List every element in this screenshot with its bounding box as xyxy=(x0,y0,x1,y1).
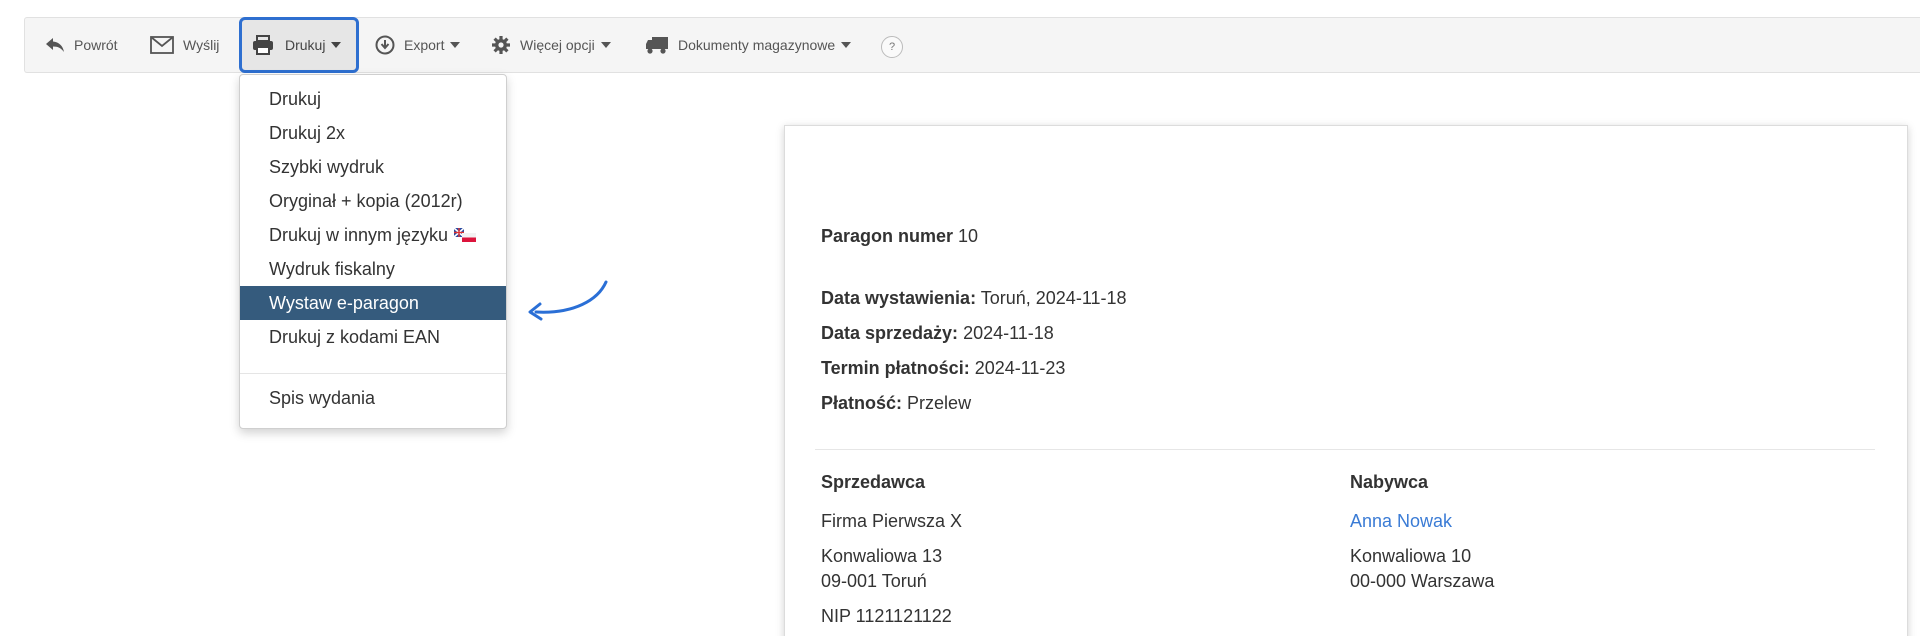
print-label: Drukuj xyxy=(285,37,326,53)
print-button[interactable]: Drukuj xyxy=(239,17,359,73)
send-label: Wyślij xyxy=(183,37,220,53)
envelope-icon xyxy=(150,36,174,54)
sale-date-value: 2024-11-18 xyxy=(963,323,1054,343)
seller-name: Firma Pierwsza X xyxy=(821,511,963,531)
chevron-down-icon xyxy=(331,42,342,48)
menu-item-print-2x[interactable]: Drukuj 2x xyxy=(240,116,506,150)
curved-arrow-icon xyxy=(528,280,608,321)
send-button[interactable]: Wyślij xyxy=(150,18,219,72)
menu-item-print-other-language[interactable]: Drukuj w innym języku xyxy=(240,218,506,252)
more-options-label: Więcej opcji xyxy=(520,37,595,53)
buyer-heading: Nabywca xyxy=(1350,472,1429,492)
printer-icon xyxy=(253,35,273,55)
section-divider xyxy=(815,449,1875,450)
warehouse-documents-label: Dokumenty magazynowe xyxy=(678,37,836,53)
export-button[interactable]: Export xyxy=(375,18,461,72)
issue-date-row: Data wystawienia: Toruń, 2024-11-18 xyxy=(821,288,1127,309)
back-label: Powrót xyxy=(74,37,118,53)
menu-item-print-ean-codes[interactable]: Drukuj z kodami EAN xyxy=(240,320,506,354)
download-circle-icon xyxy=(375,35,395,55)
menu-item-issue-list[interactable]: Spis wydania xyxy=(240,381,506,415)
receipt-title: Paragon numer 10 xyxy=(821,226,978,247)
warehouse-documents-button[interactable]: Dokumenty magazynowe xyxy=(645,18,852,72)
seller-city: 09-001 Toruń xyxy=(821,571,927,591)
seller-heading: Sprzedawca xyxy=(821,472,926,492)
menu-item-print[interactable]: Drukuj xyxy=(240,82,506,116)
seller-street: Konwaliowa 13 xyxy=(821,546,943,566)
buyer-city: 00-000 Warszawa xyxy=(1350,571,1495,591)
back-button[interactable]: Powrót xyxy=(45,18,118,72)
issue-date-label: Data wystawienia: xyxy=(821,288,977,308)
payment-label: Płatność: xyxy=(821,393,903,413)
export-label: Export xyxy=(404,37,445,53)
sale-date-row: Data sprzedaży: 2024-11-18 xyxy=(821,323,1054,344)
due-date-label: Termin płatności: xyxy=(821,358,970,378)
due-date-value: 2024-11-23 xyxy=(974,358,1066,378)
flags-icon xyxy=(454,228,477,242)
print-dropdown-menu: Drukuj Drukuj 2x Szybki wydruk Oryginał … xyxy=(239,74,507,429)
chevron-down-icon xyxy=(841,42,852,48)
chevron-down-icon xyxy=(600,42,611,48)
buyer-street: Konwaliowa 10 xyxy=(1350,546,1472,566)
issue-date-value: Toruń, 2024-11-18 xyxy=(980,288,1127,308)
menu-item-issue-e-receipt[interactable]: Wystaw e-paragon xyxy=(240,286,506,320)
seller-nip: NIP 1121121122 xyxy=(821,606,952,626)
payment-row: Płatność: Przelew xyxy=(821,393,971,414)
chevron-down-icon xyxy=(450,42,461,48)
menu-item-quick-print[interactable]: Szybki wydruk xyxy=(240,150,506,184)
due-date-row: Termin płatności: 2024-11-23 xyxy=(821,358,1065,379)
receipt-title-label: Paragon numer xyxy=(821,226,954,246)
buyer-name-link[interactable]: Anna Nowak xyxy=(1350,511,1452,532)
menu-item-label: Drukuj w innym języku xyxy=(269,224,449,245)
sale-date-label: Data sprzedaży: xyxy=(821,323,959,343)
menu-divider xyxy=(240,373,506,374)
more-options-button[interactable]: Więcej opcji xyxy=(491,18,611,72)
gear-icon xyxy=(492,36,510,54)
reply-arrow-icon xyxy=(46,38,64,52)
payment-value: Przelew xyxy=(907,393,972,413)
help-icon[interactable]: ? xyxy=(881,36,903,58)
receipt-document-preview: Paragon numer 10 Data wystawienia: Toruń… xyxy=(784,125,1908,636)
menu-item-original-copy[interactable]: Oryginał + kopia (2012r) xyxy=(240,184,506,218)
receipt-number: 10 xyxy=(958,226,979,246)
truck-icon xyxy=(646,37,668,54)
menu-item-fiscal-print[interactable]: Wydruk fiskalny xyxy=(240,252,506,286)
